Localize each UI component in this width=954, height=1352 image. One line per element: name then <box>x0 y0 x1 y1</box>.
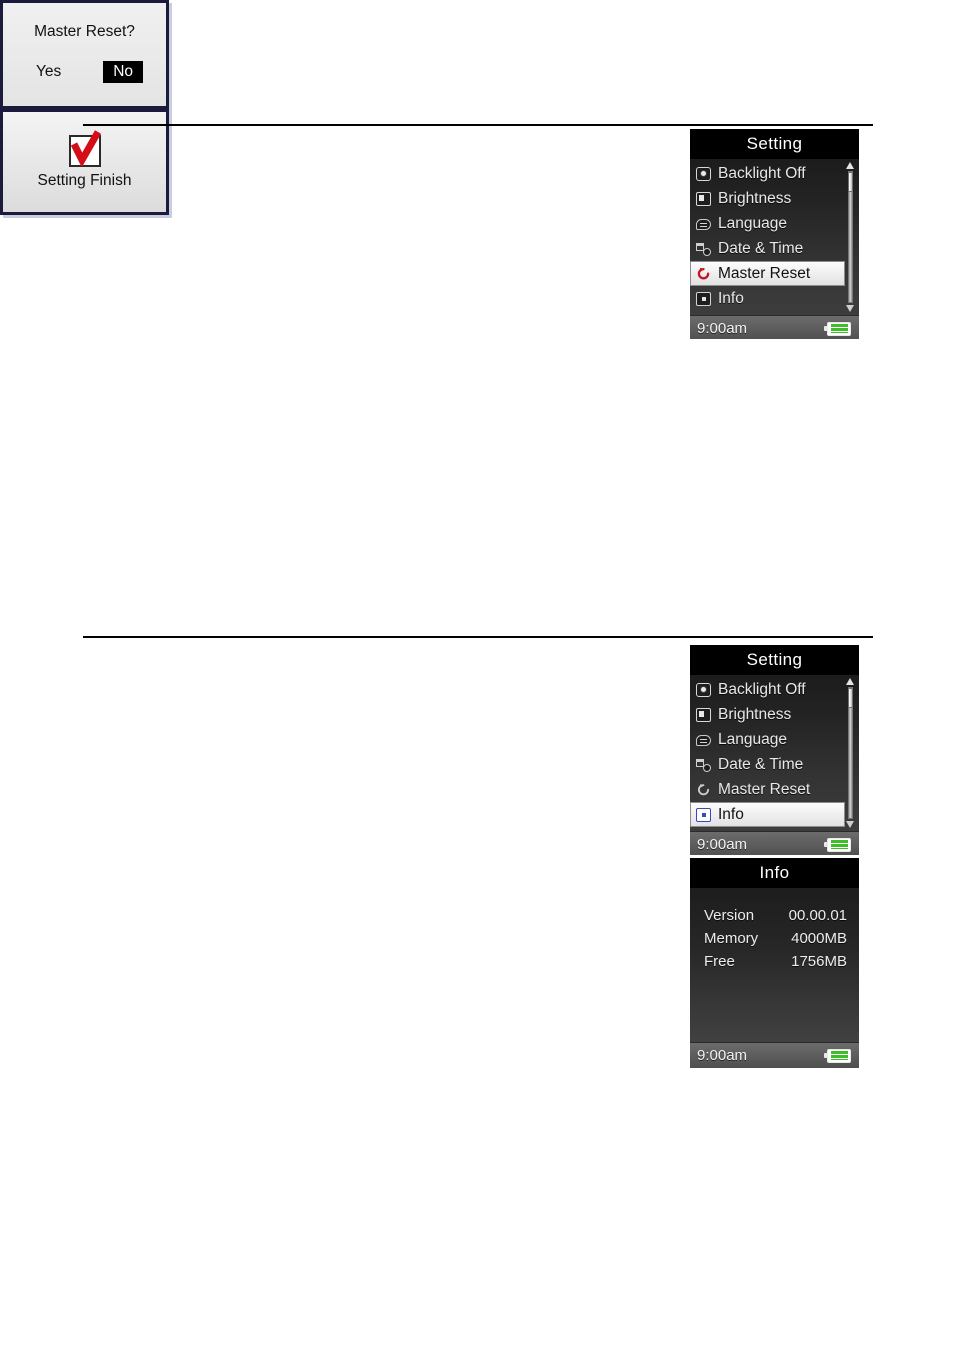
info-key: Free <box>704 953 735 970</box>
battery-fill <box>830 1051 848 1060</box>
top-divider-rule <box>83 124 873 126</box>
info-key: Version <box>704 907 755 924</box>
scrollbar-thumb[interactable] <box>848 172 853 192</box>
backlight-icon <box>696 166 711 181</box>
setting-menu-list: Backlight Off Brightness Language Date &… <box>690 159 859 315</box>
menu-item-brightness[interactable]: Brightness <box>690 702 859 727</box>
menu-item-language[interactable]: Language <box>690 727 859 752</box>
menu-item-language[interactable]: Language <box>690 211 859 236</box>
info-icon <box>696 807 711 822</box>
screen-title: Setting <box>690 645 859 675</box>
status-bar: 9:00am <box>690 1042 859 1068</box>
battery-fill <box>830 840 848 849</box>
screen-title: Setting <box>690 129 859 159</box>
menu-item-label: Brightness <box>718 189 792 207</box>
menu-item-master-reset[interactable]: Master Reset <box>690 777 859 802</box>
menu-item-brightness[interactable]: Brightness <box>690 186 859 211</box>
brightness-icon <box>696 707 711 722</box>
setting-screen-master-reset: Setting Backlight Off Brightness Languag… <box>690 129 859 339</box>
brightness-icon <box>696 191 711 206</box>
menu-item-date-time[interactable]: Date & Time <box>690 236 859 261</box>
clock-label: 9:00am <box>697 1047 748 1064</box>
scroll-up-arrow-icon[interactable] <box>846 162 854 169</box>
scrollbar-thumb[interactable] <box>848 688 853 708</box>
info-value: 4000MB <box>791 930 847 947</box>
dialog-title: Master Reset? <box>34 23 135 40</box>
scroll-down-arrow-icon[interactable] <box>846 305 854 312</box>
menu-item-label: Language <box>718 730 787 748</box>
menu-item-label: Date & Time <box>718 755 804 773</box>
clock-label: 9:00am <box>697 836 748 853</box>
menu-item-backlight-off[interactable]: Backlight Off <box>690 161 859 186</box>
menu-item-label: Backlight Off <box>718 680 806 698</box>
menu-item-label: Master Reset <box>718 264 811 282</box>
menu-item-label: Master Reset <box>718 780 811 798</box>
scroll-down-arrow-icon[interactable] <box>846 821 854 828</box>
menu-item-info[interactable]: Info <box>690 286 859 311</box>
menu-item-label: Brightness <box>718 705 792 723</box>
dialog-choices: Yes No <box>3 61 166 83</box>
info-detail-list: Version 00.00.01 Memory 4000MB Free 1756… <box>690 888 859 1042</box>
info-row-version: Version 00.00.01 <box>690 904 859 927</box>
menu-item-master-reset[interactable]: Master Reset <box>690 261 845 286</box>
battery-icon <box>824 837 851 852</box>
language-icon <box>696 218 711 230</box>
menu-scrollbar[interactable] <box>846 678 855 828</box>
battery-icon <box>824 321 851 336</box>
status-bar: 9:00am <box>690 831 859 855</box>
yes-button[interactable]: Yes <box>26 61 71 83</box>
menu-item-date-time[interactable]: Date & Time <box>690 752 859 777</box>
reset-icon <box>696 267 711 281</box>
datetime-icon <box>696 242 711 256</box>
info-screen: Info Version 00.00.01 Memory 4000MB Free… <box>690 858 859 1068</box>
menu-item-label: Info <box>718 805 744 823</box>
info-row-free: Free 1756MB <box>690 950 859 973</box>
setting-menu-list: Backlight Off Brightness Language Date &… <box>690 675 859 831</box>
info-row-memory: Memory 4000MB <box>690 927 859 950</box>
setting-finish-label: Setting Finish <box>37 171 132 189</box>
reset-icon <box>696 783 711 797</box>
battery-fill <box>830 324 848 333</box>
info-icon <box>696 291 711 306</box>
menu-item-label: Backlight Off <box>718 164 806 182</box>
scroll-up-arrow-icon[interactable] <box>846 678 854 685</box>
setting-screen-info-selected: Setting Backlight Off Brightness Languag… <box>690 645 859 855</box>
backlight-icon <box>696 682 711 697</box>
screen-title: Info <box>690 858 859 888</box>
menu-item-label: Language <box>718 214 787 232</box>
menu-scrollbar[interactable] <box>846 162 855 312</box>
datetime-icon <box>696 758 711 772</box>
menu-item-label: Info <box>718 289 744 307</box>
info-key: Memory <box>704 930 759 947</box>
menu-item-label: Date & Time <box>718 239 804 257</box>
red-check-icon <box>68 129 101 167</box>
info-value: 00.00.01 <box>788 907 847 924</box>
middle-divider-rule <box>83 636 873 638</box>
clock-label: 9:00am <box>697 320 748 337</box>
battery-icon <box>824 1048 851 1063</box>
language-icon <box>696 734 711 746</box>
no-button[interactable]: No <box>103 61 144 83</box>
info-value: 1756MB <box>791 953 847 970</box>
status-bar: 9:00am <box>690 315 859 339</box>
menu-item-backlight-off[interactable]: Backlight Off <box>690 677 859 702</box>
master-reset-confirm-dialog: Master Reset? Yes No <box>0 0 169 109</box>
menu-item-info[interactable]: Info <box>690 802 845 827</box>
